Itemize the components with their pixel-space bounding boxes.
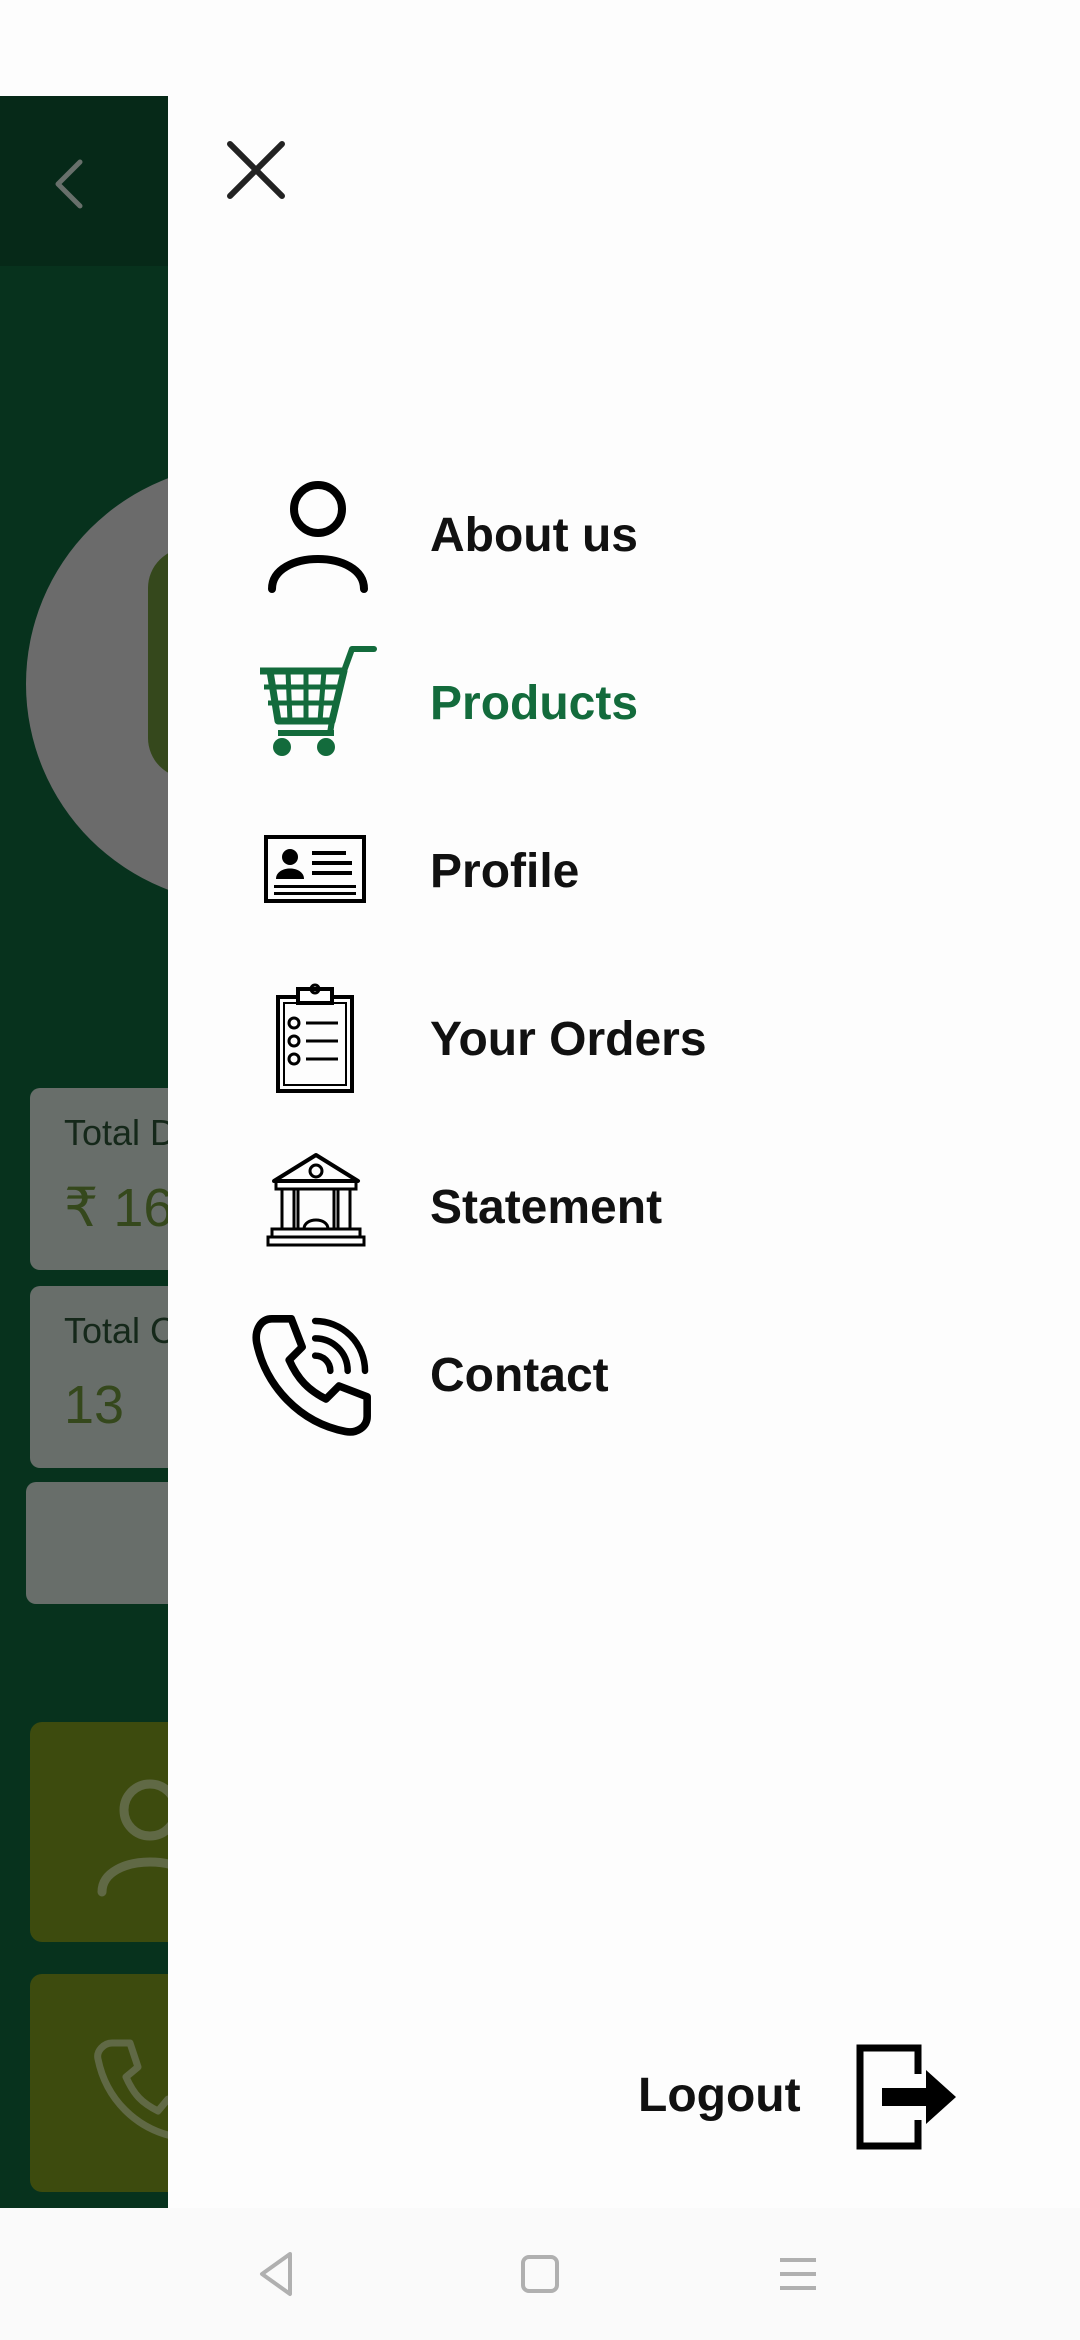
stat-card-value: ₹ 166: [64, 1178, 170, 1238]
menu-item-statement[interactable]: Statement: [168, 1132, 1080, 1282]
menu-item-about-us[interactable]: About us: [168, 460, 1080, 610]
back-triangle-icon[interactable]: [250, 2244, 310, 2304]
menu-item-contact[interactable]: Contact: [168, 1300, 1080, 1450]
logout-label: Logout: [638, 2069, 801, 2122]
shopping-cart-icon: [260, 646, 377, 756]
clipboard-list-icon: [276, 983, 354, 1093]
menu-lines-icon[interactable]: [768, 2244, 828, 2304]
stat-card-value: 13: [64, 1375, 125, 1435]
menu-item-label: About us: [430, 509, 638, 562]
stat-card-label: Total C: [64, 1310, 170, 1351]
logout-icon: [856, 2044, 956, 2150]
navigation-drawer: About us Products Profile Your Orders St…: [168, 0, 1080, 2208]
background-page: Total D ₹ 166 Total C 13: [0, 96, 170, 2208]
phone-icon: [252, 1315, 371, 1436]
user-icon: [268, 481, 368, 593]
back-arrow-icon[interactable]: [50, 154, 90, 214]
home-square-icon[interactable]: [510, 2244, 570, 2304]
background-app-bar: [0, 96, 170, 266]
background-stat-card: [26, 1482, 170, 1604]
background-user-tile: [30, 1722, 170, 1942]
logout-button[interactable]: Logout: [638, 2030, 978, 2160]
menu-item-label: Statement: [430, 1181, 663, 1234]
menu-item-label: Profile: [430, 845, 580, 898]
phone-icon: [94, 2039, 170, 2140]
menu-item-your-orders[interactable]: Your Orders: [168, 964, 1080, 1114]
menu-item-profile[interactable]: Profile: [168, 796, 1080, 946]
menu-item-products[interactable]: Products: [168, 628, 1080, 778]
background-avatar-image: [148, 548, 170, 778]
menu-item-label: Contact: [430, 1349, 609, 1402]
bank-icon: [266, 1153, 366, 1247]
system-navigation-bar: [0, 2208, 1080, 2340]
close-icon[interactable]: [216, 130, 296, 210]
background-contact-tile: [30, 1974, 170, 2192]
stat-card-label: Total D: [64, 1112, 170, 1153]
user-icon: [97, 1779, 170, 1897]
id-card-icon: [264, 835, 366, 903]
background-stat-card: Total D ₹ 166: [30, 1088, 170, 1270]
menu-item-label: Your Orders: [430, 1013, 707, 1066]
background-stat-card: Total C 13: [30, 1286, 170, 1468]
menu-item-label: Products: [430, 677, 639, 730]
